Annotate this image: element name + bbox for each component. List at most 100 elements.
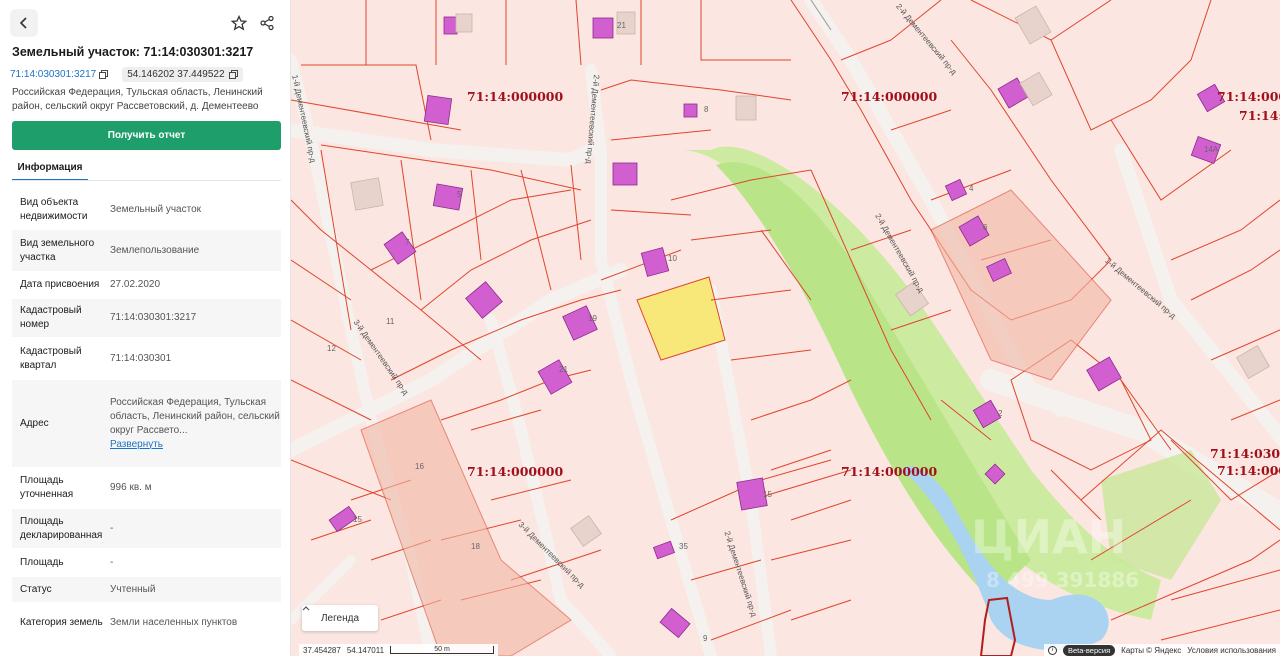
chevron-up-icon [302, 606, 310, 611]
scale-bar: 50 m [390, 646, 495, 654]
info-row-parcel-type: Вид земельного участка Землепользование [12, 230, 281, 271]
house-number: 9 [703, 634, 708, 643]
cadastral-quarter-label: 71:14:000000 [841, 89, 938, 104]
info-row-area-declared: Площадь декларированная - [12, 509, 281, 548]
cadastral-quarter-label: 71:14:0303 [1210, 446, 1280, 461]
cadastral-quarter-label: 71:14:03 [1239, 108, 1280, 123]
address-summary: Российская Федерация, Тульская область, … [12, 87, 263, 112]
house-number: 15 [763, 490, 772, 499]
info-value: 71:14:030301 [110, 353, 172, 364]
terms-link[interactable]: Условия использования [1187, 646, 1276, 655]
map-credits: i Beta-версия Карты © Яндекс Условия исп… [1043, 644, 1280, 656]
legend-button[interactable]: Легенда [302, 605, 378, 631]
info-key: Категория земель [20, 617, 103, 628]
info-row-date: Дата присвоения 27.02.2020 [12, 272, 281, 298]
house-number: 11 [386, 317, 395, 326]
info-value: Учтенный [110, 583, 156, 595]
coordinates-bar: 37.454287 54.147011 50 m [299, 644, 499, 656]
info-key: Дата присвоения [20, 279, 100, 290]
info-row-area: Площадь - [12, 550, 281, 576]
info-row-address: Адрес Российская Федерация, Тульская обл… [12, 380, 281, 467]
info-row-status: Статус Учтенный [12, 577, 281, 602]
house-number: 14А [1204, 145, 1219, 154]
house-number: 12 [327, 344, 336, 353]
chevron-left-icon [19, 17, 27, 29]
house-number: 7 [405, 238, 410, 247]
info-row-cadastral-quarter: Кадастровый квартал 71:14:030301 [12, 339, 281, 379]
cadastral-quarter-label: 71:14:000000 [467, 89, 564, 104]
info-key: Кадастровый квартал [20, 346, 82, 371]
house-number: 21 [559, 365, 568, 374]
tab-divider [12, 180, 281, 181]
watermark-phone: 8 499 391886 [986, 568, 1140, 592]
map-canvas[interactable] [291, 0, 1280, 656]
favorite-button[interactable] [225, 9, 253, 37]
panel-header [0, 0, 290, 44]
house-number: 18 [471, 542, 480, 551]
house-number: 19 [588, 314, 597, 323]
info-panel: Земельный участок: 71:14:030301:3217 71:… [0, 0, 291, 656]
share-button[interactable] [253, 9, 281, 37]
info-value-container: Российская Федерация, Тульская область, … [110, 396, 281, 452]
cadastral-number-text: 71:14:030301:3217 [10, 68, 97, 80]
back-button[interactable] [10, 9, 38, 37]
house-number: 35 [679, 542, 688, 551]
longitude-readout: 37.454287 [303, 645, 341, 655]
info-row-object-type: Вид объекта недвижимости Земельный участ… [12, 191, 281, 229]
beta-badge: Beta-версия [1062, 644, 1116, 656]
info-icon[interactable]: i [1047, 645, 1057, 655]
info-value: 996 кв. м [110, 482, 152, 493]
scale-label: 50 m [434, 646, 450, 653]
cadastral-quarter-label: 71:14:000000 [841, 464, 938, 479]
info-value: - [110, 522, 114, 534]
latitude-readout: 54.147011 [346, 645, 385, 655]
tab-information[interactable]: Информация [12, 156, 88, 181]
info-key: Площадь декларированная [20, 515, 103, 541]
info-value: Российская Федерация, Тульская область, … [110, 396, 280, 436]
info-value: 71:14:030301:3217 [110, 312, 197, 323]
info-key: Вид земельного участка [20, 237, 95, 263]
info-row-cadastral-number: Кадастровый номер 71:14:030301:3217 [12, 299, 281, 337]
coordinates-text: 54.146202 37.449522 [127, 68, 225, 80]
info-key: Статус [20, 583, 52, 595]
info-row-area-specified: Площадь уточненная 996 кв. м [12, 469, 281, 507]
share-icon [260, 15, 274, 31]
house-number: 4 [969, 184, 974, 193]
info-value: - [110, 557, 114, 568]
house-number: 5 [457, 190, 462, 199]
cadastral-number-chip[interactable]: 71:14:030301:3217 [10, 68, 109, 80]
cadastral-quarter-label: 71:14:000000 [467, 464, 564, 479]
star-icon [231, 15, 247, 31]
info-value: Земельный участок [110, 204, 202, 215]
house-number: 2 [998, 409, 1003, 418]
info-key: Вид объекта недвижимости [20, 197, 88, 222]
info-value: 27.02.2020 [110, 279, 161, 290]
get-report-button[interactable]: Получить отчет [12, 121, 281, 150]
house-number: 16 [415, 462, 424, 471]
copy-icon [99, 69, 109, 79]
house-number: 10 [668, 254, 677, 263]
legend-label: Легенда [320, 612, 360, 624]
house-number: 6 [983, 223, 988, 232]
info-key: Площадь уточненная [20, 475, 74, 500]
house-number: 15 [353, 515, 362, 524]
cadastral-quarter-label: 71:14:000000 [1217, 463, 1280, 478]
selected-parcel [636, 276, 726, 361]
info-key: Площадь [20, 557, 64, 568]
page-title: Земельный участок: 71:14:030301:3217 [12, 45, 254, 59]
identifier-chips: 71:14:030301:3217 54.146202 37.449522 [10, 65, 243, 83]
copy-icon [228, 69, 238, 79]
house-number: 8 [704, 105, 709, 114]
expand-address-link[interactable]: Развернуть [110, 439, 163, 450]
house-number: 21 [617, 21, 626, 30]
info-key: Адрес [20, 417, 49, 429]
coordinates-chip[interactable]: 54.146202 37.449522 [122, 66, 243, 82]
cadastral-quarter-label: 71:14:000000 [1217, 89, 1280, 104]
copyright-text[interactable]: Карты © Яндекс [1121, 646, 1181, 655]
info-key: Кадастровый номер [20, 305, 82, 330]
info-row-land-category: Категория земель Земли населенных пункто… [12, 603, 281, 643]
watermark-cian: ЦИАН [971, 510, 1127, 564]
cadastral-map[interactable]: 71:14:000000 71:14:000000 71:14:000000 7… [291, 0, 1280, 656]
info-value: Земли населенных пунктов [110, 617, 238, 628]
info-value: Землепользование [110, 244, 200, 256]
